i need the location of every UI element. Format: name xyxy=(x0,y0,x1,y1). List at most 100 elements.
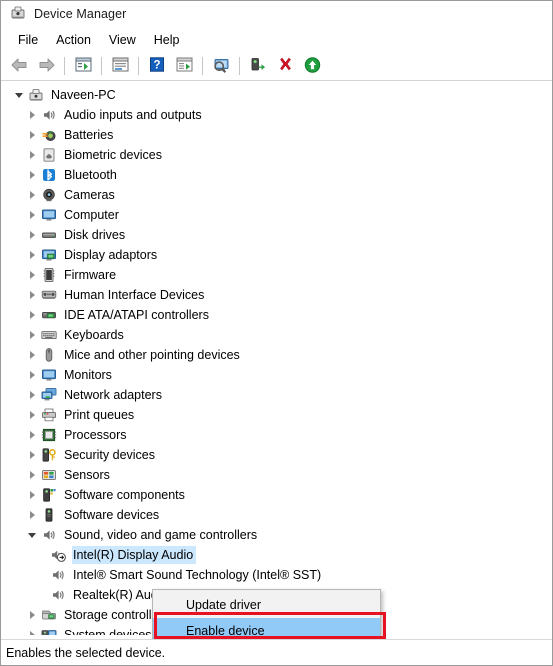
chevron-right-icon[interactable] xyxy=(24,145,40,165)
chevron-right-icon[interactable] xyxy=(24,265,40,285)
show-hide-console-tree-icon xyxy=(75,57,92,75)
tree-row-label: Bluetooth xyxy=(64,168,117,182)
chevron-right-icon[interactable] xyxy=(24,245,40,265)
tree-row-label: Intel® Smart Sound Technology (Intel® SS… xyxy=(73,568,322,582)
uninstall-device-button[interactable] xyxy=(272,54,298,78)
tree-row-sensors[interactable]: Sensors xyxy=(5,465,548,485)
chevron-right-icon[interactable] xyxy=(24,485,40,505)
tree-row-monitors[interactable]: Monitors xyxy=(5,365,548,385)
menu-view[interactable]: View xyxy=(100,30,145,50)
keyboard-icon xyxy=(40,326,58,344)
firmware-chip-icon xyxy=(40,266,58,284)
status-text: Enables the selected device. xyxy=(6,645,166,660)
chevron-right-icon[interactable] xyxy=(24,325,40,345)
enable-device-button[interactable] xyxy=(245,54,271,78)
storage-controller-icon xyxy=(40,606,58,624)
tree-row-human-interface-devices[interactable]: Human Interface Devices xyxy=(5,285,548,305)
tree-row-label: Naveen-PC xyxy=(51,88,116,102)
back-button[interactable] xyxy=(6,54,32,78)
chevron-right-icon[interactable] xyxy=(24,405,40,425)
sensor-icon xyxy=(40,466,58,484)
menu-action[interactable]: Action xyxy=(47,30,100,50)
update-driver-icon xyxy=(176,57,193,75)
context-menu[interactable]: Update driver Enable device Uninstall de… xyxy=(152,589,381,639)
tree-row-disk-drives[interactable]: Disk drives xyxy=(5,225,548,245)
tree-row-security-devices[interactable]: Security devices xyxy=(5,445,548,465)
tree-row-display-adaptors[interactable]: Display adaptors xyxy=(5,245,548,265)
tree-row-batteries[interactable]: Batteries xyxy=(5,125,548,145)
computer-pc-icon xyxy=(27,86,45,104)
tree-row-intel-smart-sound-technology[interactable]: Intel® Smart Sound Technology (Intel® SS… xyxy=(5,565,548,585)
tree-row-label: Cameras xyxy=(64,188,115,202)
tree-row-biometric-devices[interactable]: Biometric devices xyxy=(5,145,548,165)
tree-row-software-devices[interactable]: Software devices xyxy=(5,505,548,525)
chevron-right-icon[interactable] xyxy=(24,165,40,185)
scan-for-hardware-changes-icon xyxy=(212,57,231,76)
display-adapter-icon xyxy=(40,246,58,264)
bluetooth-icon xyxy=(40,166,58,184)
menu-help[interactable]: Help xyxy=(145,30,189,50)
device-tree[interactable]: Naveen-PC Audio inputs and outputs Batte… xyxy=(4,84,549,636)
software-device-icon xyxy=(40,506,58,524)
speaker-icon xyxy=(49,586,67,604)
chevron-right-icon[interactable] xyxy=(24,425,40,445)
chevron-right-icon[interactable] xyxy=(24,465,40,485)
chevron-right-icon[interactable] xyxy=(24,505,40,525)
chevron-right-icon[interactable] xyxy=(24,385,40,405)
tree-row-label: Keyboards xyxy=(64,328,124,342)
tree-row-intel-display-audio[interactable]: Intel(R) Display Audio xyxy=(5,545,548,565)
update-driver-button[interactable] xyxy=(171,54,197,78)
menu-file[interactable]: File xyxy=(9,30,47,50)
context-menu-item-enable-device[interactable]: Enable device xyxy=(153,618,380,639)
chevron-right-icon[interactable] xyxy=(24,185,40,205)
toolbar: ? xyxy=(1,52,552,81)
tree-row-computer[interactable]: Computer xyxy=(5,205,548,225)
tree-row-print-queues[interactable]: Print queues xyxy=(5,405,548,425)
tree-row-label: Audio inputs and outputs xyxy=(64,108,202,122)
enable-device-icon xyxy=(249,57,267,76)
tree-row-mice-and-other-pointing-devices[interactable]: Mice and other pointing devices xyxy=(5,345,548,365)
tree-row-label: IDE ATA/ATAPI controllers xyxy=(64,308,209,322)
chevron-down-icon[interactable] xyxy=(11,85,27,105)
chevron-right-icon[interactable] xyxy=(24,345,40,365)
camera-icon xyxy=(40,186,58,204)
chevron-right-icon[interactable] xyxy=(24,605,40,625)
show-hide-console-tree-button[interactable] xyxy=(70,54,96,78)
help-button[interactable]: ? xyxy=(144,54,170,78)
chevron-right-icon[interactable] xyxy=(24,285,40,305)
tree-row-label: Human Interface Devices xyxy=(64,288,205,302)
tree-row-cameras[interactable]: Cameras xyxy=(5,185,548,205)
tree-row-label: Security devices xyxy=(64,448,156,462)
properties-button[interactable] xyxy=(107,54,133,78)
tree-row-ide-ata-atapi-controllers[interactable]: IDE ATA/ATAPI controllers xyxy=(5,305,548,325)
tree-row-firmware[interactable]: Firmware xyxy=(5,265,548,285)
tree-row-network-adapters[interactable]: Network adapters xyxy=(5,385,548,405)
chevron-down-icon[interactable] xyxy=(24,525,40,545)
update-driver-software-button[interactable] xyxy=(299,54,325,78)
tree-row-label: Sensors xyxy=(64,468,110,482)
hid-icon xyxy=(40,286,58,304)
tree-row-keyboards[interactable]: Keyboards xyxy=(5,325,548,345)
chevron-right-icon[interactable] xyxy=(24,225,40,245)
speaker-icon xyxy=(40,526,58,544)
tree-row-processors[interactable]: Processors xyxy=(5,425,548,445)
tree-row-audio-inputs-and-outputs[interactable]: Audio inputs and outputs xyxy=(5,105,548,125)
tree-row-sound-video-and-game-controllers[interactable]: Sound, video and game controllers xyxy=(5,525,548,545)
tree-row-label: Mice and other pointing devices xyxy=(64,348,240,362)
menu-bar: File Action View Help xyxy=(1,27,552,52)
chevron-right-icon[interactable] xyxy=(24,125,40,145)
tree-row-root[interactable]: Naveen-PC xyxy=(5,85,548,105)
tree-row-software-components[interactable]: Software components xyxy=(5,485,548,505)
scan-for-hardware-changes-button[interactable] xyxy=(208,54,234,78)
chevron-right-icon[interactable] xyxy=(24,205,40,225)
chevron-right-icon[interactable] xyxy=(24,365,40,385)
tree-row-bluetooth[interactable]: Bluetooth xyxy=(5,165,548,185)
context-menu-item-update-driver[interactable]: Update driver xyxy=(153,592,380,618)
status-bar: Enables the selected device. xyxy=(1,639,552,665)
chevron-right-icon[interactable] xyxy=(24,105,40,125)
ide-controller-icon xyxy=(40,306,58,324)
forward-button[interactable] xyxy=(33,54,59,78)
chevron-right-icon[interactable] xyxy=(24,445,40,465)
chevron-right-icon[interactable] xyxy=(24,625,40,635)
chevron-right-icon[interactable] xyxy=(24,305,40,325)
